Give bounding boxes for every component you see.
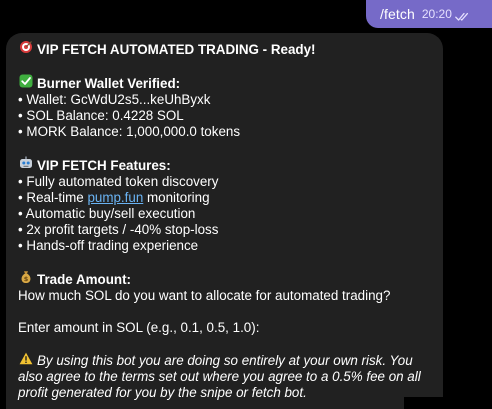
trade-heading-line: $ Trade Amount:: [18, 270, 433, 288]
feature-item-with-link: • Real-time pump.fun monitoring: [18, 190, 433, 206]
feature-item: • Fully automated token discovery: [18, 174, 219, 189]
wallet-heading-line: Burner Wallet Verified:: [18, 74, 433, 92]
bottom-bar-fragment: [404, 397, 492, 409]
wallet-heading: Burner Wallet Verified:: [37, 76, 181, 91]
chat-canvas: /fetch 20:20 VIP FETCH AUTOMATED TRADING…: [0, 0, 492, 409]
wallet-address-line: • Wallet: GcWdU2s5...keUhByxk: [18, 92, 211, 107]
trade-question: How much SOL do you want to allocate for…: [18, 288, 391, 303]
money-bag-icon: $: [18, 270, 33, 288]
target-icon: [18, 40, 33, 58]
feature-item: • Automatic buy/sell execution: [18, 206, 196, 221]
check-mark-icon: [18, 74, 33, 92]
robot-icon: [18, 156, 33, 174]
svg-text:$: $: [23, 275, 28, 283]
message-title: VIP FETCH AUTOMATED TRADING - Ready!: [37, 42, 316, 57]
feature-text: monitoring: [143, 190, 210, 205]
outgoing-message-bubble[interactable]: /fetch 20:20: [366, 0, 492, 28]
message-timestamp: 20:20: [421, 7, 452, 21]
double-check-icon: [455, 9, 469, 21]
disclaimer-text: also agree to the terms set out where yo…: [18, 369, 421, 384]
trade-heading: Trade Amount:: [37, 272, 131, 287]
disclaimer-text: profit generated for you by the snipe or…: [18, 385, 307, 400]
disclaimer-line: By using this bot you are doing so entir…: [18, 352, 433, 369]
sol-balance-line: • SOL Balance: 0.4228 SOL: [18, 108, 184, 123]
features-heading-line: VIP FETCH Features:: [18, 156, 433, 174]
outgoing-message-text: /fetch: [380, 6, 415, 22]
trade-amount-prompt: Enter amount in SOL (e.g., 0.1, 0.5, 1.0…: [18, 320, 260, 335]
feature-item: • Hands-off trading experience: [18, 238, 199, 253]
features-heading: VIP FETCH Features:: [37, 158, 171, 173]
pump-fun-link[interactable]: pump.fun: [87, 190, 143, 205]
mork-balance-line: • MORK Balance: 1,000,000.0 tokens: [18, 124, 241, 139]
warning-icon: [18, 352, 33, 369]
message-title-line: VIP FETCH AUTOMATED TRADING - Ready!: [18, 40, 433, 58]
feature-text: • Real-time: [18, 190, 88, 205]
disclaimer-text: By using this bot you are doing so entir…: [37, 353, 413, 368]
incoming-message-bubble: VIP FETCH AUTOMATED TRADING - Ready! Bur…: [6, 33, 443, 409]
feature-item: • 2x profit targets / -40% stop-loss: [18, 222, 219, 237]
